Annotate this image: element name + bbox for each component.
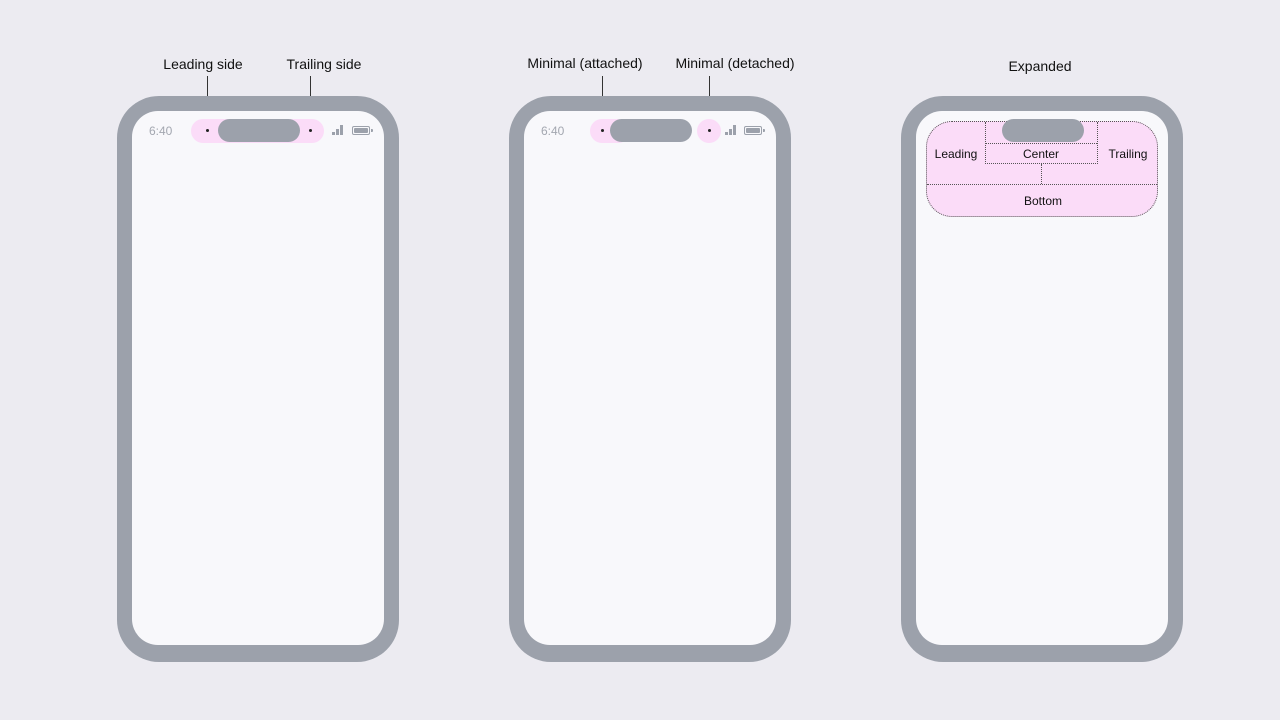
cellular-signal-icon [725, 125, 737, 135]
callout-minimal-attached: Minimal (attached) [527, 55, 643, 71]
phone-expanded: Leading Center Trailing Bottom [901, 96, 1183, 662]
phone-screen: 6:40 [132, 111, 384, 645]
dynamic-island [1002, 119, 1084, 142]
divider-line [927, 184, 1157, 185]
phone-screen: Leading Center Trailing Bottom [916, 111, 1168, 645]
callout-dot [309, 129, 312, 132]
expanded-title: Expanded [1008, 58, 1072, 74]
battery-icon [744, 126, 765, 135]
dynamic-island [610, 119, 692, 142]
phone-minimal: 6:40 [509, 96, 791, 662]
phone-compact: 6:40 [117, 96, 399, 662]
cellular-signal-icon [332, 125, 344, 135]
callout-trailing-side: Trailing side [286, 56, 362, 72]
callout-dot [206, 129, 209, 132]
region-leading: Leading [934, 147, 978, 161]
phone-screen: 6:40 [524, 111, 776, 645]
callout-dot [708, 129, 711, 132]
region-trailing: Trailing [1108, 147, 1148, 161]
divider-line [985, 143, 1097, 144]
callout-leading-side: Leading side [163, 56, 243, 72]
divider-line [1041, 164, 1042, 184]
battery-icon [352, 126, 373, 135]
status-time: 6:40 [541, 124, 565, 138]
region-center: Center [1022, 147, 1060, 161]
callout-dot [601, 129, 604, 132]
status-time: 6:40 [149, 124, 173, 138]
divider-line [1097, 122, 1098, 164]
callout-minimal-detached: Minimal (detached) [675, 55, 795, 71]
region-bottom: Bottom [1023, 194, 1063, 208]
dynamic-island [218, 119, 300, 142]
